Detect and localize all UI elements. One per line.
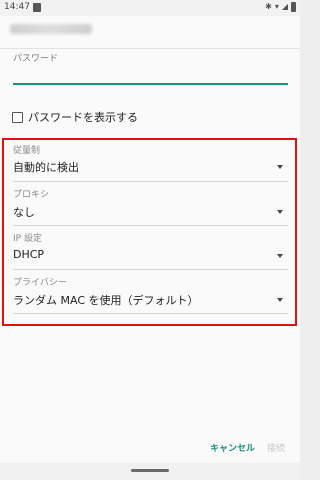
password-input[interactable] — [13, 64, 291, 84]
ip-settings-label: IP 設定 — [13, 234, 42, 244]
bluetooth-icon: ✱ — [265, 2, 272, 11]
chevron-down-icon — [277, 298, 283, 302]
show-password-checkbox[interactable] — [12, 111, 23, 123]
privacy-value: ランダム MAC を使用（デフォルト） — [13, 294, 199, 307]
ip-settings-dropdown[interactable]: IP 設定 DHCP — [4, 228, 295, 272]
chevron-down-icon — [277, 254, 283, 258]
proxy-label: プロキシ — [13, 190, 50, 200]
connect-button[interactable]: 接続 — [267, 441, 285, 454]
privacy-label: プライバシー — [13, 278, 67, 288]
password-label: パスワード — [13, 54, 59, 64]
status-time: 14:47 — [4, 2, 30, 12]
ip-settings-value: DHCP — [13, 248, 45, 261]
wifi-connect-dialog: パスワード パスワードを表示する 従量制 自動的に検出 プロキシ なし IP 設… — [0, 16, 300, 463]
highlighted-settings-box: 従量制 自動的に検出 プロキシ なし IP 設定 DHCP プライバシー ランダ… — [2, 138, 297, 326]
wifi-icon: ▾ — [274, 2, 279, 11]
metered-dropdown[interactable]: 従量制 自動的に検出 — [4, 140, 295, 184]
cancel-button[interactable]: キャンセル — [210, 441, 255, 454]
show-password-row[interactable]: パスワードを表示する — [12, 109, 138, 125]
password-underline — [13, 83, 288, 85]
home-handle[interactable] — [131, 469, 169, 472]
chevron-down-icon — [277, 165, 283, 169]
network-name-blurred — [10, 24, 92, 34]
metered-label: 従量制 — [13, 146, 41, 156]
dialog-actions: キャンセル 接続 — [0, 436, 300, 460]
battery-icon — [291, 2, 296, 12]
metered-value: 自動的に検出 — [13, 161, 79, 174]
signal-icon: ◢ — [281, 2, 288, 11]
divider — [0, 48, 300, 49]
privacy-dropdown[interactable]: プライバシー ランダム MAC を使用（デフォルト） — [4, 272, 295, 322]
proxy-value: なし — [13, 206, 35, 219]
show-password-label: パスワードを表示する — [28, 111, 138, 124]
proxy-dropdown[interactable]: プロキシ なし — [4, 184, 295, 228]
status-bar: 14:47 ✱ ▾ ◢ — [0, 0, 300, 16]
navigation-bar — [0, 463, 300, 480]
notification-icon — [33, 3, 41, 12]
chevron-down-icon — [277, 210, 283, 214]
